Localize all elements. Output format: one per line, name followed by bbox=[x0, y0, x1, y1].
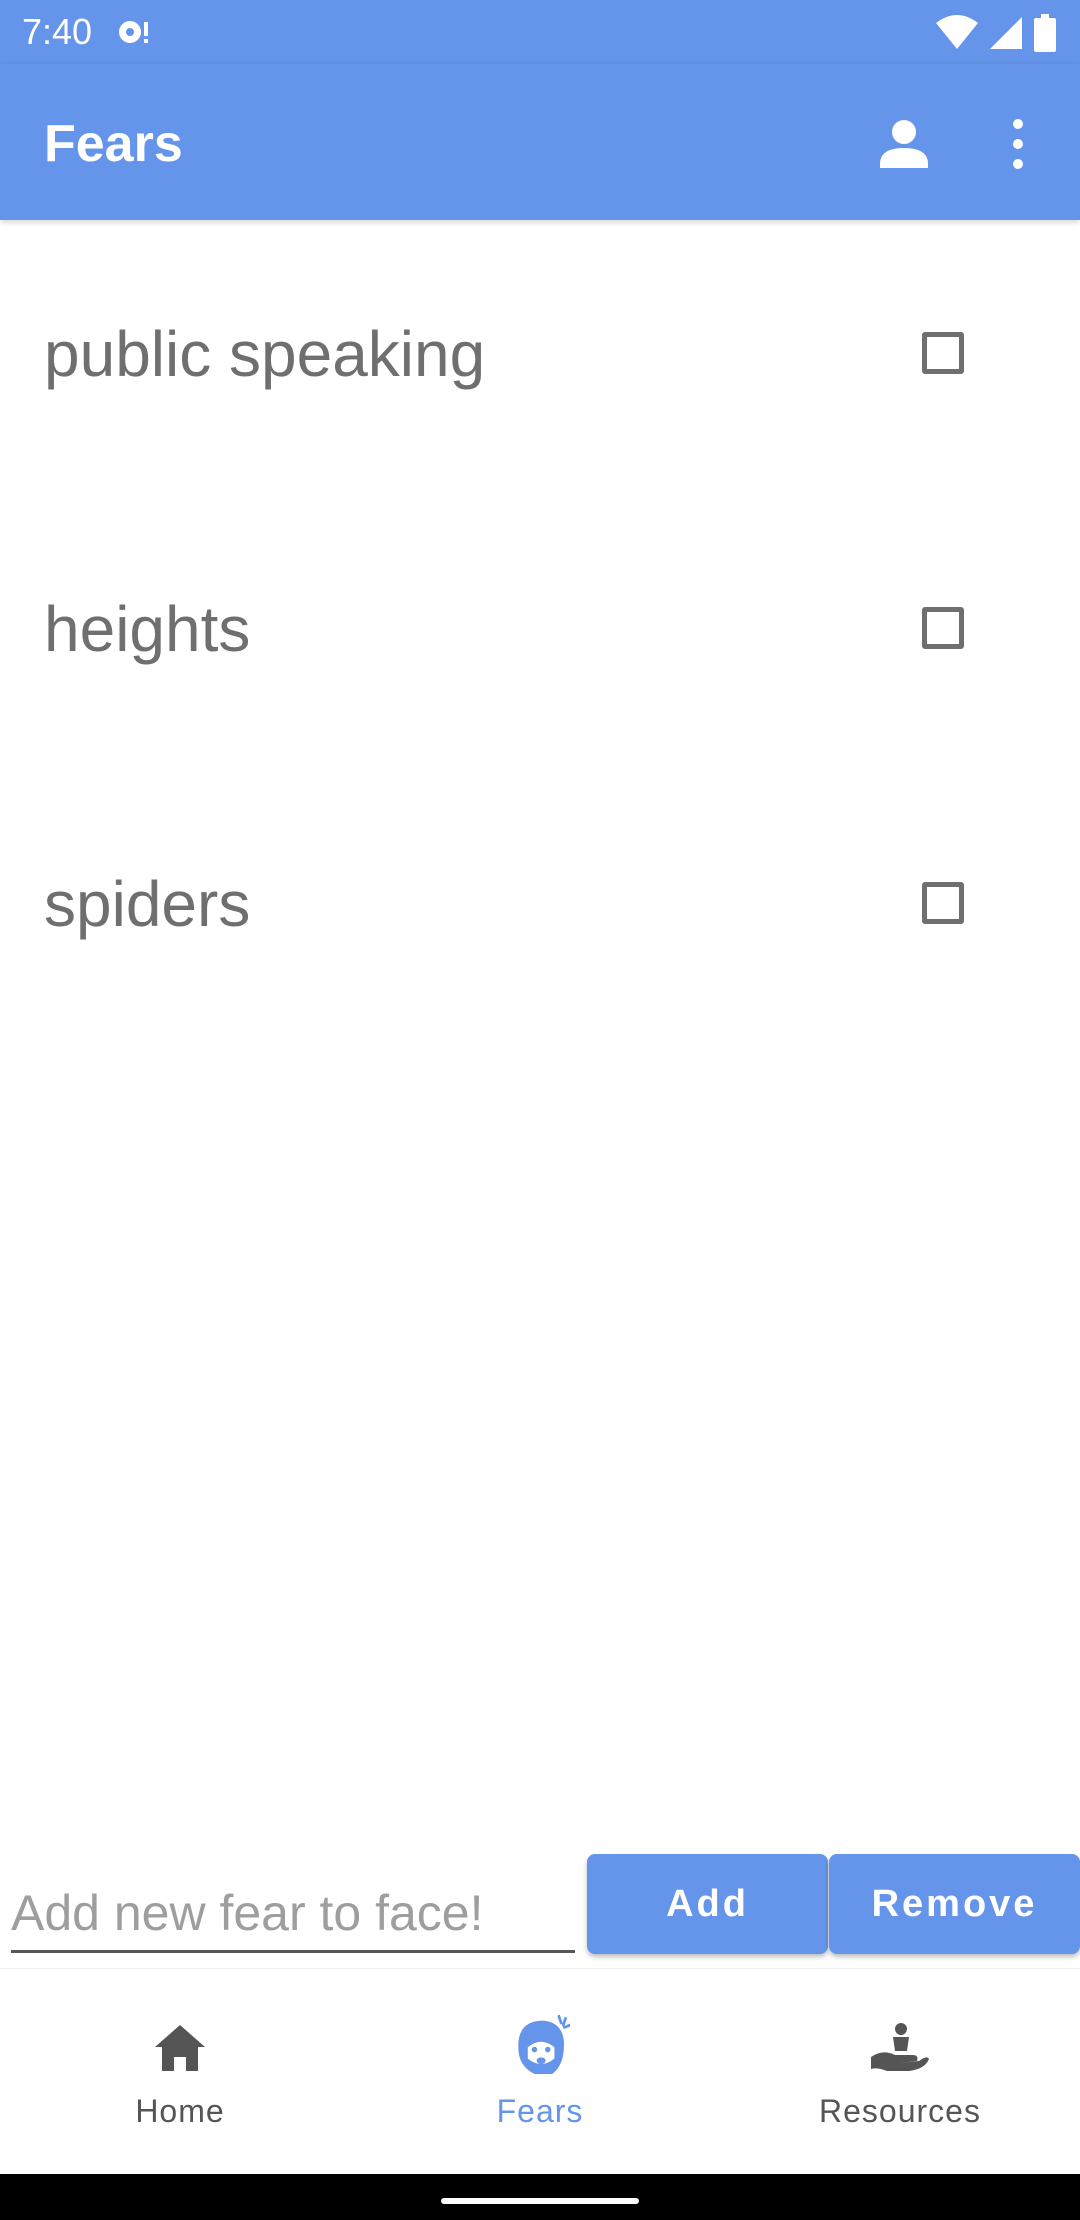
nav-item-resources[interactable]: Resources bbox=[720, 1969, 1080, 2175]
app-bar: Fears bbox=[0, 64, 1080, 220]
gesture-handle[interactable] bbox=[441, 2198, 639, 2204]
fear-label: spiders bbox=[44, 868, 251, 940]
fear-list: public speaking heights spiders bbox=[0, 220, 1080, 1045]
status-icons bbox=[936, 14, 1056, 52]
fear-list-item[interactable]: spiders bbox=[0, 770, 1080, 1045]
system-navigation-bar bbox=[0, 2174, 1080, 2220]
nav-label-resources: Resources bbox=[819, 2093, 981, 2129]
nav-label-home: Home bbox=[135, 2093, 225, 2129]
fear-label: heights bbox=[44, 593, 251, 665]
signal-icon bbox=[990, 17, 1022, 49]
status-bar: 7:40 bbox=[0, 0, 1080, 64]
page-title: Fears bbox=[44, 115, 183, 173]
overflow-menu-icon[interactable] bbox=[994, 112, 1042, 176]
new-fear-input[interactable] bbox=[11, 1876, 575, 1953]
scared-face-icon bbox=[518, 2014, 570, 2074]
notification-icon bbox=[119, 21, 148, 43]
nav-item-home[interactable]: Home bbox=[0, 1969, 360, 2175]
wifi-icon bbox=[936, 15, 978, 49]
nav-label-fears: Fears bbox=[496, 2093, 584, 2129]
fear-list-item[interactable]: heights bbox=[0, 495, 1080, 770]
fear-checkbox[interactable] bbox=[922, 332, 964, 374]
nav-item-fears[interactable]: Fears bbox=[360, 1969, 720, 2175]
fear-checkbox[interactable] bbox=[922, 607, 964, 649]
add-fear-row: Add Remove bbox=[0, 1852, 1080, 1972]
add-button[interactable]: Add bbox=[587, 1854, 828, 1954]
account-icon[interactable] bbox=[872, 112, 936, 176]
fear-label: public speaking bbox=[44, 318, 486, 390]
home-icon bbox=[155, 2025, 205, 2071]
remove-button[interactable]: Remove bbox=[829, 1854, 1080, 1954]
fear-checkbox[interactable] bbox=[922, 882, 964, 924]
battery-icon bbox=[1034, 14, 1056, 52]
hand-heart-icon bbox=[871, 2023, 929, 2071]
bottom-navigation: Home Fears Resources bbox=[0, 1968, 1080, 2175]
fear-list-item[interactable]: public speaking bbox=[0, 220, 1080, 495]
status-time: 7:40 bbox=[22, 11, 93, 52]
